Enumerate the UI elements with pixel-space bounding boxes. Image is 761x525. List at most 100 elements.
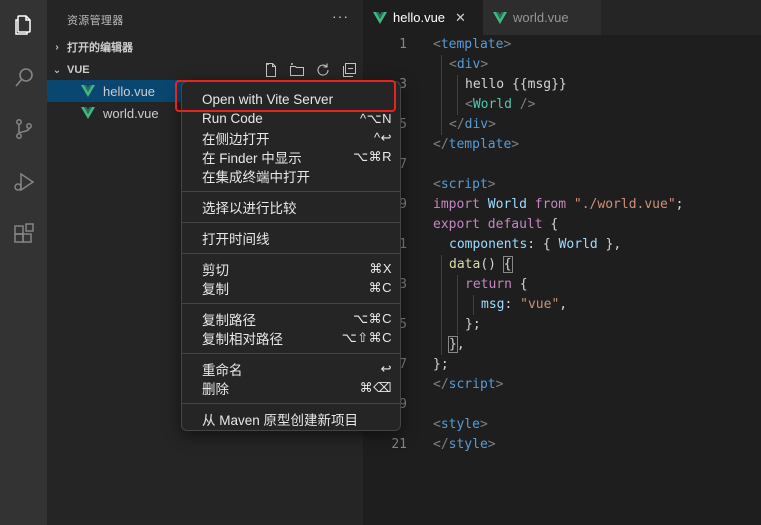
code-line: };: [465, 317, 481, 332]
menu-label: 在集成终端中打开: [202, 169, 310, 185]
menu-label: 复制: [202, 281, 229, 297]
code-line: msg: "vue",: [481, 297, 568, 312]
chevron-down-icon: ⌄: [52, 64, 62, 76]
code-line: <template>: [433, 37, 512, 52]
editor-tabs: hello.vue ✕ world.vue: [363, 0, 761, 35]
file-label-hello: hello.vue: [103, 83, 156, 99]
tab-label-hello: hello.vue: [393, 10, 446, 25]
tab-label-world: world.vue: [513, 10, 569, 25]
section-open-editors[interactable]: › 打开的编辑器: [47, 36, 363, 58]
menu-shortcut: ⌥⌘C: [353, 310, 392, 326]
section-actions: [263, 62, 357, 78]
menu-label: 删除: [202, 381, 229, 397]
activity-bar: [0, 0, 47, 525]
section-label-open-editors: 打开的编辑器: [67, 42, 133, 54]
code-line: export default {: [433, 217, 559, 232]
menu-separator: [182, 303, 400, 304]
menu-item-copy-path[interactable]: 复制路径 ⌥⌘C: [182, 309, 400, 328]
menu-item-cut[interactable]: 剪切 ⌘X: [182, 259, 400, 278]
menu-item-copy[interactable]: 复制 ⌘C: [182, 278, 400, 297]
menu-shortcut: ⌘C: [368, 279, 392, 295]
menu-item-delete[interactable]: 删除 ⌘⌫: [182, 378, 400, 397]
line-number: 1: [399, 37, 407, 52]
indent-guide: [441, 255, 442, 355]
menu-separator: [182, 403, 400, 404]
indent-guide: [441, 55, 442, 135]
highlight-annotation: [175, 80, 396, 112]
menu-shortcut: ↩: [380, 360, 392, 376]
menu-item-open-to-side[interactable]: 在侧边打开 ^↩: [182, 128, 400, 147]
code-line: </template>: [433, 137, 520, 152]
menu-label: 重命名: [202, 362, 243, 378]
menu-separator: [182, 353, 400, 354]
menu-label: Run Code: [202, 111, 263, 126]
extensions-icon[interactable]: [0, 212, 47, 256]
menu-item-copy-relative-path[interactable]: 复制相对路径 ⌥⇧⌘C: [182, 328, 400, 347]
search-icon[interactable]: [0, 56, 47, 100]
new-file-icon[interactable]: [263, 62, 279, 78]
vue-file-icon: [81, 107, 95, 119]
code-editor[interactable]: 1 3 5 7 9 11 13 15 17 19 21 <template> <…: [363, 35, 761, 525]
code-line: };: [433, 357, 449, 372]
code-line: data() {: [449, 256, 513, 273]
vue-file-icon: [493, 11, 507, 24]
code-line: },: [448, 336, 465, 353]
menu-separator: [182, 253, 400, 254]
code-line: <style>: [433, 417, 488, 432]
new-folder-icon[interactable]: [289, 62, 305, 78]
section-project[interactable]: ⌄ VUE: [47, 59, 363, 81]
code-line: </div>: [449, 117, 496, 132]
code-line: components: { World },: [449, 237, 622, 252]
chevron-right-icon: ›: [55, 41, 59, 53]
menu-label: 复制路径: [202, 312, 256, 328]
menu-item-rename[interactable]: 重命名 ↩: [182, 359, 400, 378]
code-line: <script>: [433, 177, 496, 192]
menu-item-select-for-compare[interactable]: 选择以进行比较: [182, 197, 400, 216]
menu-item-reveal-in-finder[interactable]: 在 Finder 中显示 ⌥⌘R: [182, 147, 400, 166]
collapse-all-icon[interactable]: [341, 62, 357, 78]
menu-shortcut: ⌥⌘R: [353, 148, 392, 164]
menu-label: 在侧边打开: [202, 131, 270, 147]
menu-item-maven-new-project[interactable]: 从 Maven 原型创建新项目: [182, 409, 400, 428]
code-line: <World />: [465, 97, 536, 112]
refresh-icon[interactable]: [315, 62, 331, 78]
menu-item-open-in-terminal[interactable]: 在集成终端中打开: [182, 166, 400, 185]
menu-label: 打开时间线: [202, 231, 270, 247]
context-menu: Open with Vite Server Run Code ^⌥N 在侧边打开…: [181, 81, 401, 431]
vue-file-icon: [373, 11, 387, 24]
vue-file-icon: [81, 85, 95, 97]
run-debug-icon[interactable]: [0, 160, 47, 204]
tab-hello[interactable]: hello.vue ✕: [363, 0, 483, 35]
section-label-project: VUE: [67, 64, 90, 76]
code-line: </style>: [433, 437, 496, 452]
menu-label: 在 Finder 中显示: [202, 150, 302, 166]
close-icon[interactable]: ✕: [455, 10, 466, 26]
explorer-icon[interactable]: [0, 3, 47, 47]
menu-label: 从 Maven 原型创建新项目: [202, 412, 359, 428]
menu-shortcut: ⌘⌫: [359, 379, 392, 395]
menu-label: 复制相对路径: [202, 331, 283, 347]
line-number: 21: [391, 437, 407, 452]
source-control-icon[interactable]: [0, 107, 47, 151]
indent-guide: [457, 275, 458, 335]
menu-shortcut: ⌘X: [369, 260, 392, 276]
menu-label: 剪切: [202, 262, 229, 278]
code-line: return {: [465, 277, 528, 292]
tab-world[interactable]: world.vue: [483, 0, 601, 35]
menu-shortcut: ⌥⇧⌘C: [341, 329, 392, 345]
code-line: </script>: [433, 377, 504, 392]
menu-separator: [182, 222, 400, 223]
more-actions-icon[interactable]: ···: [332, 8, 349, 24]
indent-guide: [457, 75, 458, 115]
menu-separator: [182, 191, 400, 192]
code-line: hello {{msg}}: [465, 77, 567, 92]
code-line: import World from "./world.vue";: [433, 197, 684, 212]
menu-shortcut: ^↩: [374, 129, 392, 145]
menu-shortcut: ^⌥N: [360, 110, 392, 126]
code-line: <div>: [449, 57, 489, 72]
sidebar-title: 资源管理器: [67, 15, 124, 27]
indent-guide: [473, 295, 474, 315]
menu-label: 选择以进行比较: [202, 200, 297, 216]
file-label-world: world.vue: [103, 105, 159, 121]
menu-item-open-timeline[interactable]: 打开时间线: [182, 228, 400, 247]
